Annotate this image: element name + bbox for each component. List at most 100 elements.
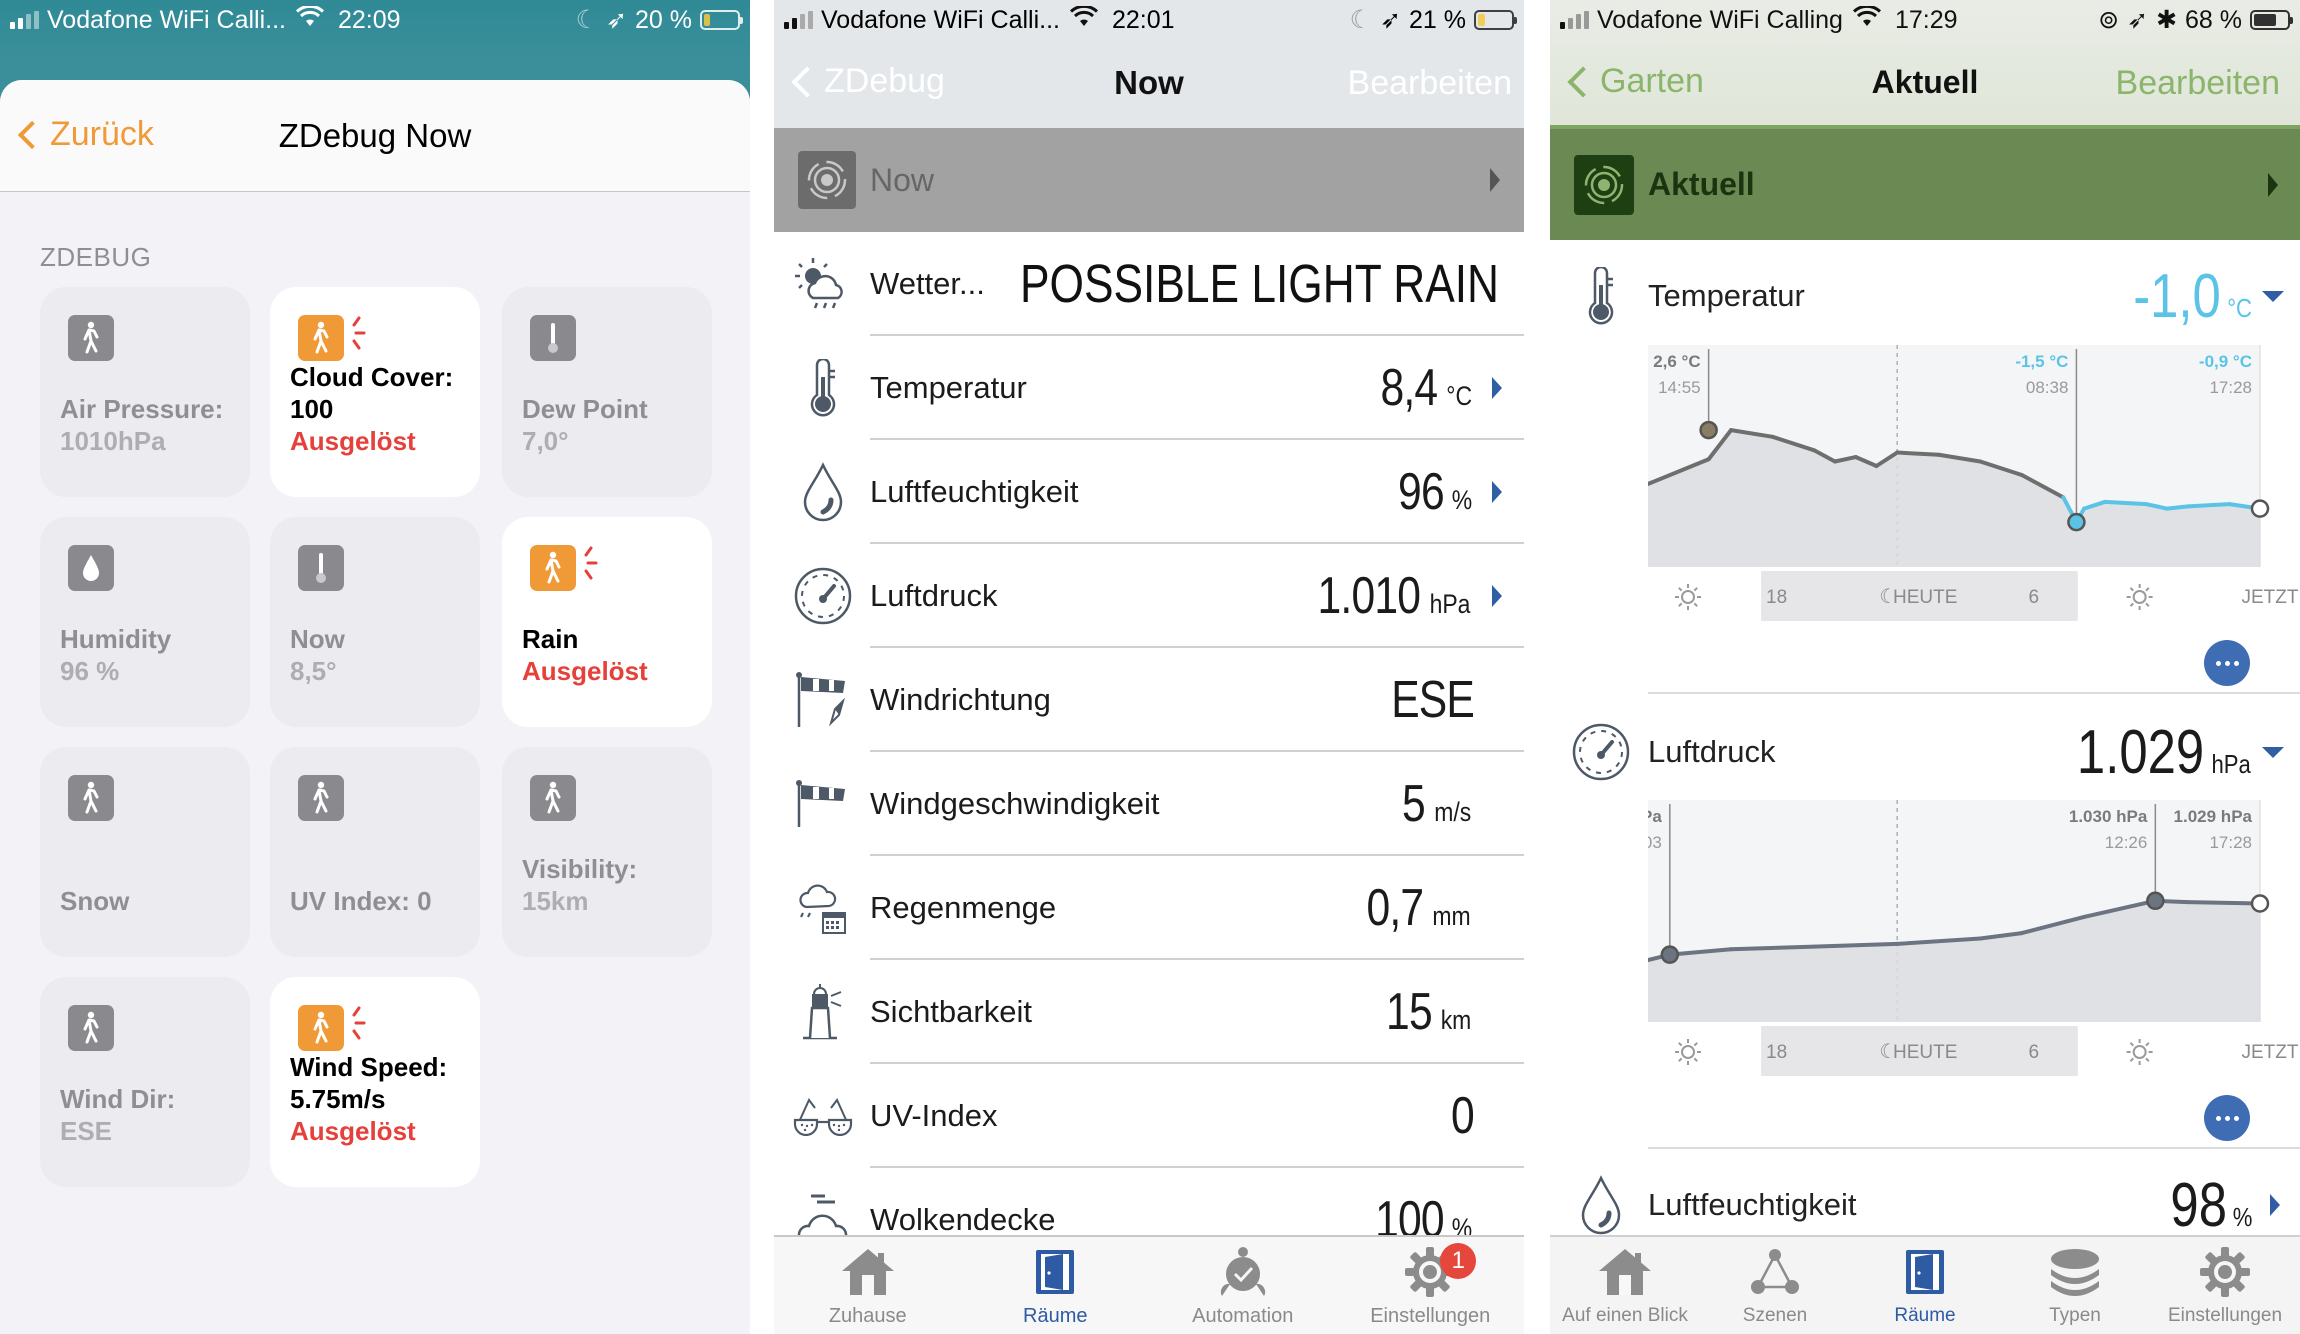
tile-state: Ausgelöst xyxy=(290,1116,416,1146)
tile-label: Visibility: xyxy=(522,854,638,884)
axis-tick-label: 18 xyxy=(1766,1042,1787,1063)
tab-räume[interactable]: Räume xyxy=(962,1237,1150,1334)
sensor-row[interactable]: Luftdruck 1.010 hPa xyxy=(774,544,1524,648)
device-header-row[interactable]: Aktuell xyxy=(1550,125,2300,240)
accessory-tile[interactable]: Wind Dir: ESE xyxy=(40,977,250,1187)
annotation-value: 1.029 hPa xyxy=(2174,807,2253,826)
annotation-marker xyxy=(1660,945,1680,964)
sensor-row[interactable]: Windgeschwindigkeit 5 m/s xyxy=(774,752,1524,856)
tab-label: Typen xyxy=(2049,1305,2101,1326)
sensor-row[interactable]: UV-Index 0 xyxy=(774,1064,1524,1168)
sensor-row[interactable]: Temperatur 8,4 °C xyxy=(774,336,1524,440)
temperature-chart: 2,6 °C 14:55 -1,5 °C 08:38 -0,9 °C 17:28 18 HEU… xyxy=(1648,345,2300,621)
device-header-row[interactable]: Now xyxy=(774,128,1524,232)
clock: 22:09 xyxy=(338,5,401,34)
status-bar: Vodafone WiFi Calli... 22:09 ☾ ➶ 20 % xyxy=(0,0,750,40)
nav-bar: ZDebug Now Bearbeiten xyxy=(774,40,1524,128)
tab-typen[interactable]: Typen xyxy=(2000,1237,2150,1334)
rotation-lock-icon: ⊚ xyxy=(2098,6,2120,34)
tab-label: Einstellungen xyxy=(2167,1305,2283,1326)
page-title: ZDebug Now xyxy=(278,117,472,154)
sun-icon xyxy=(1675,1039,1701,1065)
sun-icon xyxy=(2126,584,2153,610)
annotation-marker xyxy=(2250,499,2270,518)
sensor-unit: m/s xyxy=(1433,797,1471,827)
sensor-label: Sichtbarkeit xyxy=(870,994,1032,1029)
accessory-tile[interactable]: Now 8,5° xyxy=(270,517,480,727)
house-icon xyxy=(1597,1245,1653,1299)
tab-räume[interactable]: Räume xyxy=(1850,1237,2000,1334)
chevron-right-icon xyxy=(1490,168,1500,192)
chevron-right-icon xyxy=(2268,173,2278,197)
lighthouse-icon xyxy=(792,981,854,1043)
sensor-row[interactable]: Regenmenge 0,7 mm xyxy=(774,856,1524,960)
tile-state: Ausgelöst xyxy=(522,656,648,686)
accessory-tile[interactable]: Visibility: 15km xyxy=(502,747,712,957)
tile-value: 8,5° xyxy=(290,656,337,686)
tile-label: Humidity xyxy=(60,624,172,654)
moon-icon: ☾ xyxy=(575,6,599,34)
tile-label: Now xyxy=(290,624,345,654)
sensor-label: Temperatur xyxy=(870,370,1027,405)
tile-label: Rain xyxy=(522,624,579,654)
door-icon xyxy=(1035,1245,1075,1299)
pressure-label: Luftdruck xyxy=(1648,734,1776,769)
series-line-segment xyxy=(2165,504,2190,511)
moon-icon: ☾ xyxy=(1349,6,1373,34)
tab-szenen[interactable]: Szenen xyxy=(1700,1237,1850,1334)
series-line-segment xyxy=(2185,900,2262,906)
humidity-label: Luftfeuchtigkeit xyxy=(1648,1187,1857,1222)
pressure-chart: 8 hPa 13:03 1.030 hPa 12:26 1.029 hPa 17:28 18… xyxy=(1648,800,2300,1076)
sensor-row[interactable]: Windrichtung ESE xyxy=(774,648,1524,752)
annotation-time: 14:55 xyxy=(1658,378,1701,397)
tile-value: 5.75m/s xyxy=(290,1084,386,1114)
accessory-tile[interactable]: Humidity 96 % xyxy=(40,517,250,727)
tile-value: 96 % xyxy=(60,656,120,686)
temperature-header[interactable]: Temperatur -1,0 °C xyxy=(1550,246,2300,346)
axis-tick-label: 6 xyxy=(2029,1042,2040,1063)
home-app-screen: Vodafone WiFi Calli... 22:09 ☾ ➶ 20 % Zu… xyxy=(0,0,750,1334)
accessory-tile[interactable]: UV Index: 0 xyxy=(270,747,480,957)
accessory-tile[interactable]: Cloud Cover: 100 Ausgelöst xyxy=(270,287,480,497)
battery-icon xyxy=(1474,10,1517,30)
accessory-tile[interactable]: Wind Speed: 5.75m/s Ausgelöst xyxy=(270,977,480,1187)
gauge-icon xyxy=(1570,721,1632,783)
annotation-time: 08:38 xyxy=(2026,378,2069,397)
edit-button[interactable]: Bearbeiten xyxy=(1348,64,1512,103)
gauge-icon xyxy=(792,565,854,627)
battery-percent: 20 % xyxy=(635,5,692,34)
pressure-header[interactable]: Luftdruck 1.029 hPa xyxy=(1550,702,2300,802)
temperature-more-button[interactable] xyxy=(2204,640,2250,686)
wifi-icon xyxy=(1852,4,1881,34)
tile-label: Wind Speed: xyxy=(290,1052,448,1082)
tab-automation[interactable]: Automation xyxy=(1149,1237,1337,1334)
pressure-more-button[interactable] xyxy=(2204,1095,2250,1141)
chevron-right-icon xyxy=(1492,481,1502,503)
sensor-value: 96 xyxy=(1398,463,1445,521)
tab-zuhause[interactable]: Zuhause xyxy=(774,1237,962,1334)
moon-icon: ☾ xyxy=(1879,584,1897,608)
weather-condition: POSSIBLE LIGHT RAIN xyxy=(1020,254,1500,314)
tab-label: Zuhause xyxy=(828,1305,907,1327)
tab-einstellungen[interactable]: Einstellungen xyxy=(2150,1237,2300,1334)
door-icon xyxy=(1905,1245,1945,1299)
sensor-row[interactable]: Sichtbarkeit 15 km xyxy=(774,960,1524,1064)
droplet-icon xyxy=(1570,1174,1632,1236)
tab-auf-einen-blick[interactable]: Auf einen Blick xyxy=(1550,1237,1700,1334)
caret-down-icon xyxy=(2262,746,2284,758)
accessory-tile[interactable]: Dew Point 7,0° xyxy=(502,287,712,497)
sun-icon xyxy=(1675,584,1701,610)
accessory-tile[interactable]: Rain Ausgelöst xyxy=(502,517,712,727)
edit-button[interactable]: Bearbeiten xyxy=(2116,64,2280,103)
sensor-label: Windrichtung xyxy=(870,682,1051,717)
accessory-tile[interactable]: Snow xyxy=(40,747,250,957)
annotation-marker xyxy=(2146,891,2165,911)
weather-row[interactable]: Wetter... POSSIBLE LIGHT RAIN xyxy=(774,232,1524,336)
series-line-segment xyxy=(1812,941,1900,949)
accessory-tile[interactable]: Air Pressure: 1010hPa xyxy=(40,287,250,497)
sensor-row[interactable]: Luftfeuchtigkeit 96% xyxy=(774,440,1524,544)
tab-einstellungen[interactable]: Einstellungen 1 xyxy=(1337,1237,1525,1334)
annotation-value: 8 hPa xyxy=(1648,807,1662,826)
gear-icon xyxy=(2199,1245,2251,1299)
pressure-unit: hPa xyxy=(2211,748,2251,779)
